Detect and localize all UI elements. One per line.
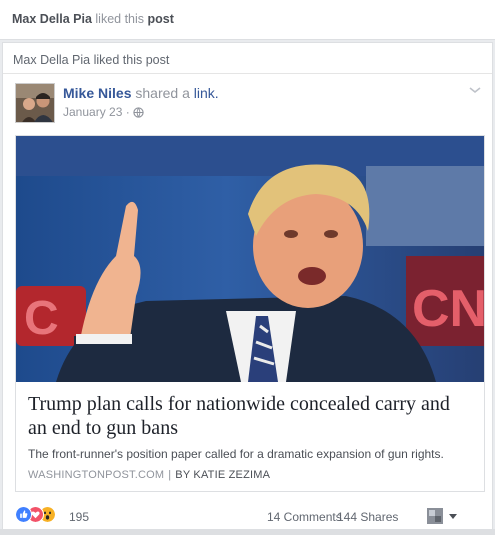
notification-object[interactable]: post: [148, 12, 174, 26]
source-separator: |: [168, 469, 172, 481]
notification-text: Max Della Pia liked this post: [12, 12, 174, 26]
shares-count[interactable]: 144 Shares: [337, 510, 398, 524]
link-source: WASHINGTONPOST.COM | BY KATIE ZEZIMA: [28, 469, 270, 481]
author-action: shared a: [135, 85, 190, 101]
notification-verb: liked this: [95, 12, 145, 26]
liked-context-line: Max Della Pia liked this post: [13, 53, 170, 67]
shared-link-text[interactable]: link.: [194, 85, 219, 101]
globe-icon[interactable]: [133, 107, 144, 119]
post-card: Max Della Pia liked this post Mike Niles…: [2, 42, 493, 535]
page-avatar-icon: [427, 508, 457, 524]
link-description: The front-runner's position paper called…: [28, 447, 444, 461]
chevron-down-icon[interactable]: [468, 85, 482, 95]
svg-text:C: C: [24, 292, 59, 345]
post-stats: 195 14 Comments 144 Shares: [3, 503, 494, 529]
link-preview[interactable]: C CN Trump plan calls for nationwide con…: [15, 135, 485, 492]
post-as-selector[interactable]: [427, 507, 465, 525]
like-reaction-icon: [15, 506, 32, 523]
post-date[interactable]: January 23 ·: [63, 105, 130, 119]
link-byline[interactable]: BY KATIE ZEZIMA: [175, 469, 270, 481]
post-meta: January 23 ·: [63, 105, 144, 119]
link-title[interactable]: Trump plan calls for nationwide conceale…: [28, 392, 472, 440]
author-name[interactable]: Mike Niles: [63, 85, 131, 101]
avatar[interactable]: [15, 83, 55, 123]
comments-count[interactable]: 14 Comments: [267, 510, 342, 524]
bottom-divider: [0, 529, 495, 535]
notification-actor[interactable]: Max Della Pia: [12, 12, 92, 26]
link-domain: WASHINGTONPOST.COM: [28, 469, 165, 481]
post-author-line: Mike Niles shared a link.: [63, 85, 219, 101]
notification-bar: Max Della Pia liked this post: [0, 0, 495, 40]
link-preview-image[interactable]: C CN: [16, 136, 484, 382]
caret-down-icon: [449, 514, 457, 519]
divider: [3, 73, 492, 74]
reaction-count[interactable]: 195: [69, 510, 89, 524]
preview-photo: C CN: [16, 136, 484, 382]
svg-text:CN: CN: [412, 280, 484, 338]
avatar-photo: [16, 84, 54, 122]
